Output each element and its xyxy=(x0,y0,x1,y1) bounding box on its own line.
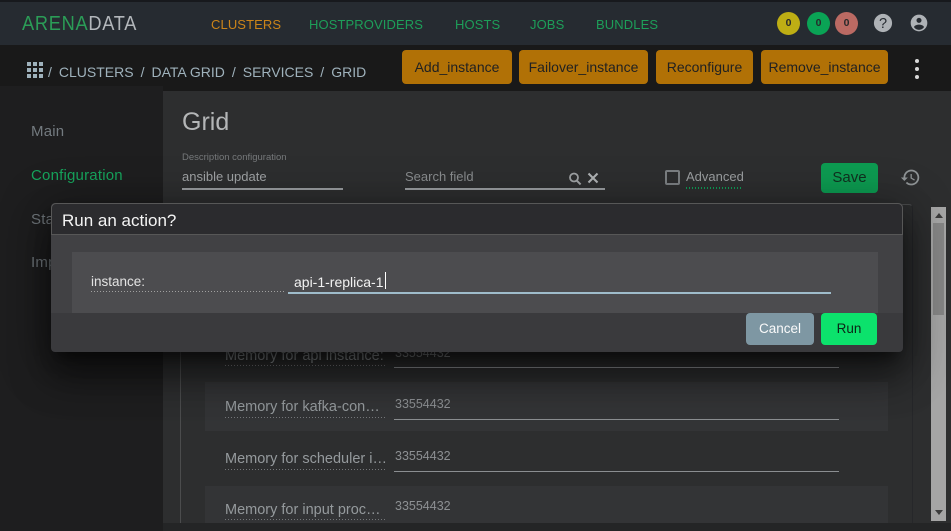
svg-text:?: ? xyxy=(879,16,887,32)
